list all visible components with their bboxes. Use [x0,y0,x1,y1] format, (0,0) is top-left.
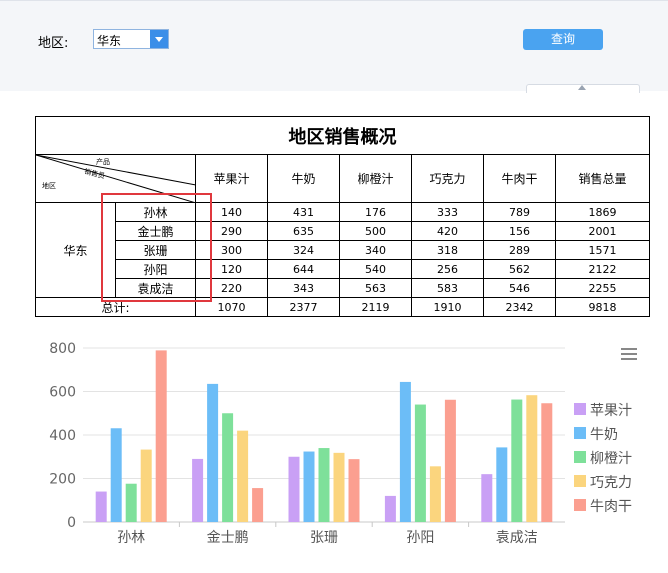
bar-1-0 [110,428,122,522]
collapse-toolbar-toggle[interactable] [526,84,640,93]
table-cell: 546 [483,278,556,298]
total-cell: 1910 [411,297,484,317]
table-cell: 562 [483,259,556,279]
y-tick-label: 200 [49,472,76,488]
table-cell: 256 [411,259,484,279]
table-cell: 333 [411,202,484,222]
bar-3-4 [526,395,538,522]
x-tick-label: 金士鹏 [207,530,249,546]
query-toolbar: 地区: 华东 查询 [0,0,668,93]
x-tick-label: 袁成洁 [496,530,538,546]
legend-label: 苹果汁 [590,403,632,419]
bar-0-3 [384,495,396,522]
table-cell: 2255 [555,278,650,298]
table-cell: 324 [267,240,340,260]
bar-3-2 [333,452,345,522]
table-cell: 343 [267,278,340,298]
bar-2-1 [222,413,234,522]
total-cell: 2342 [483,297,556,317]
table-cell: 583 [411,278,484,298]
table-cell: 635 [267,221,340,241]
table-cell: 789 [483,202,556,222]
table-cell: 2122 [555,259,650,279]
menu-icon[interactable] [621,348,637,362]
total-cell: 9818 [555,297,650,317]
bar-2-2 [318,448,330,522]
header-chocolate: 巧克力 [411,154,484,203]
legend-label: 牛奶 [590,427,618,443]
x-tick-label: 张珊 [310,530,338,546]
table-cell: 318 [411,240,484,260]
highlight-box [101,193,212,302]
header-total-sales: 销售总量 [555,154,650,203]
query-button[interactable]: 查询 [523,29,603,50]
bar-4-4 [541,403,553,522]
table-cell: 420 [411,221,484,241]
header-beef-jerky: 牛肉干 [483,154,556,203]
x-tick-label: 孙阳 [406,530,434,546]
chevron-down-icon[interactable] [150,30,168,48]
table-cell: 563 [339,278,412,298]
bar-0-0 [95,491,107,522]
bar-2-4 [511,399,523,522]
bar-0-1 [192,458,204,522]
total-cell: 2377 [267,297,340,317]
table-cell: 1571 [555,240,650,260]
region-select[interactable]: 华东 [93,29,169,49]
y-tick-label: 800 [49,341,76,357]
header-orange-juice: 柳橙汁 [339,154,412,203]
corner-product-label: 产品 [96,158,110,166]
header-milk: 牛奶 [267,154,340,203]
table-cell: 2001 [555,221,650,241]
table-cell: 540 [339,259,412,279]
sales-bar-chart: 0 200 400 600 800 孙林 金士鹏 张珊 孙阳 袁成洁 苹果汁牛奶柳橙汁巧克力牛肉干 [49,341,632,546]
table-cell: 156 [483,221,556,241]
report-title: 地区销售概况 [35,116,650,155]
y-tick-label: 600 [49,385,76,401]
bar-3-3 [429,466,441,522]
bar-4-2 [348,459,360,522]
table-cell: 431 [267,202,340,222]
bar-1-2 [303,451,315,522]
corner-region-label: 地区 [42,182,56,190]
bar-3-1 [237,430,249,522]
table-cell: 176 [339,202,412,222]
table-cell: 340 [339,240,412,260]
bar-3-0 [140,449,152,522]
bar-4-0 [155,350,167,522]
bar-2-3 [414,404,426,522]
bar-1-4 [496,447,508,522]
region-label: 地区: [38,36,69,51]
legend-swatch [574,427,586,439]
x-tick-label: 孙林 [117,530,145,546]
legend-label: 巧克力 [590,475,632,491]
region-select-value: 华东 [97,34,122,48]
legend-swatch [574,403,586,415]
table-cell: 289 [483,240,556,260]
legend-swatch [574,499,586,511]
legend-label: 柳橙汁 [590,450,632,467]
table-cell: 1869 [555,202,650,222]
table-cell: 500 [339,221,412,241]
total-cell: 2119 [339,297,412,317]
y-tick-label: 0 [67,515,76,531]
bar-1-3 [399,381,411,522]
legend-label: 牛肉干 [590,499,632,515]
bar-0-2 [288,456,300,522]
bar-2-0 [125,483,137,522]
y-tick-label: 400 [49,428,76,444]
legend-swatch [574,451,586,463]
bar-0-4 [481,474,493,522]
bar-4-1 [252,488,264,522]
bar-4-3 [444,399,456,522]
table-cell: 644 [267,259,340,279]
legend-swatch [574,475,586,487]
bar-1-1 [207,383,219,522]
